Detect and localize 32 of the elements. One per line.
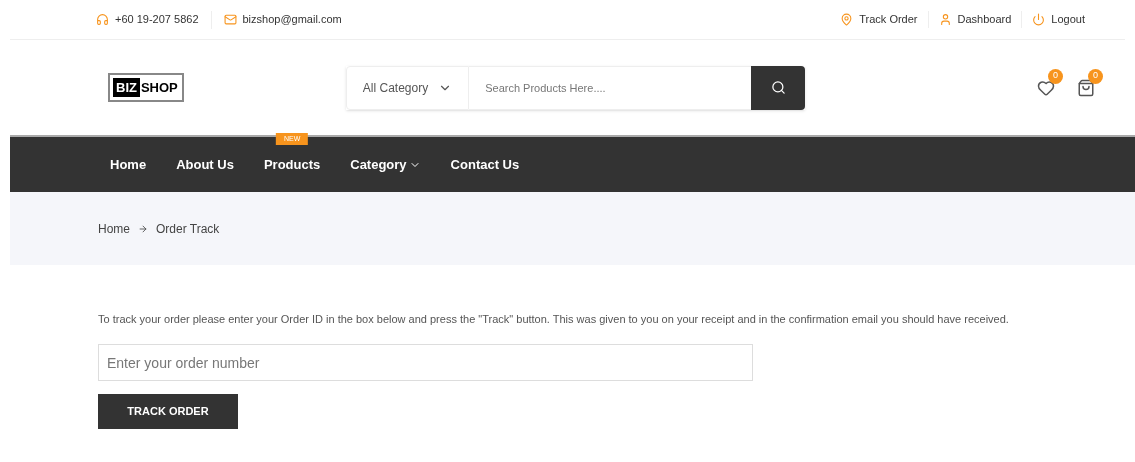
- map-pin-icon: [840, 13, 854, 26]
- topbar-link[interactable]: Logout: [1051, 11, 1085, 28]
- topbar-link[interactable]: Track Order: [859, 11, 918, 28]
- mail-icon: [223, 13, 237, 26]
- nav-link[interactable]: Home: [110, 154, 147, 175]
- search-icon: [770, 80, 786, 95]
- breadcrumb-link[interactable]: Order Track: [156, 219, 220, 238]
- power-icon: [1032, 13, 1046, 26]
- arrow-right-icon: [138, 223, 148, 234]
- phone-number: +60 19-207 5862: [115, 12, 199, 28]
- logo[interactable]: BIZ SHOP: [108, 72, 184, 103]
- nav-link[interactable]: Contact Us: [450, 154, 520, 175]
- nav-link[interactable]: Products: [263, 154, 321, 175]
- bag-icon: [1077, 78, 1095, 97]
- nav-link[interactable]: Category: [350, 154, 421, 175]
- headset-icon: [96, 13, 109, 26]
- email-address: bizshop@gmail.com: [242, 12, 342, 28]
- wishlist-button[interactable]: [1037, 78, 1055, 97]
- category-select[interactable]: All Category: [345, 65, 470, 110]
- wishlist-count: 0: [1048, 68, 1063, 84]
- cart-count: 0: [1088, 68, 1103, 84]
- search-button[interactable]: [751, 65, 806, 110]
- topbar-link[interactable]: Dashboard: [957, 11, 1012, 28]
- track-order-button[interactable]: TRACK ORDER: [98, 394, 238, 429]
- breadcrumb-link[interactable]: Home: [98, 219, 130, 238]
- instructions-text: To track your order please enter your Order ID in the box below and press the "Track" button. This was given to you on your receipt and in the confirmation email you should have received.: [98, 312, 1010, 327]
- order-number-field[interactable]: Enter your order number: [98, 344, 753, 381]
- cart-button[interactable]: [1077, 78, 1095, 97]
- search-field[interactable]: Search Products Here....: [469, 65, 752, 110]
- user-icon: [938, 13, 952, 26]
- heart-icon: [1037, 78, 1055, 97]
- nav-link[interactable]: About Us: [176, 154, 234, 175]
